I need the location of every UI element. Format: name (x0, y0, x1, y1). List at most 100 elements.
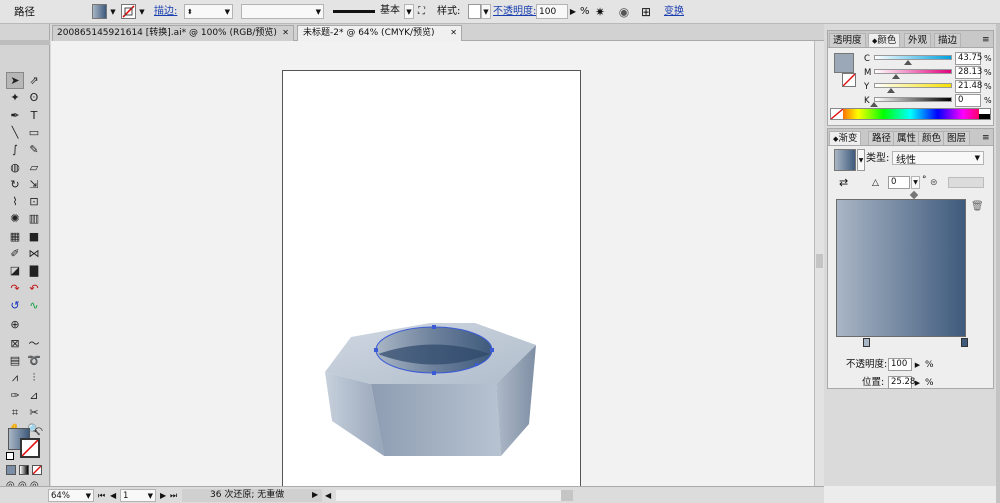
channel-slider-m[interactable] (874, 69, 952, 74)
isolate-icon[interactable]: ◉ (616, 4, 632, 20)
arrange-icon[interactable]: ⛶ (418, 6, 430, 18)
stop-location-field[interactable]: 25.28 (888, 376, 915, 389)
midpoint-diamond-icon[interactable] (909, 190, 919, 200)
pencil-icon[interactable]: ✎ (25, 141, 43, 158)
free-transform-icon[interactable]: ⊡ (25, 193, 43, 210)
zigzag-icon[interactable]: ⩘ (6, 370, 24, 387)
canvas-area[interactable] (51, 41, 814, 486)
panel-menu-icon[interactable]: ≡ (982, 34, 990, 46)
tab-stroke[interactable]: 描边 (934, 33, 962, 47)
toolbox-header[interactable] (0, 40, 50, 45)
default-colors-icon[interactable] (6, 452, 14, 460)
stroke-box[interactable] (20, 438, 40, 458)
close-icon[interactable]: ✕ (450, 26, 457, 40)
channel-slider-k[interactable] (874, 97, 952, 102)
gradient-type-select[interactable]: 线性 ▼ (892, 151, 984, 166)
gradient-tool-icon[interactable]: ■ (25, 228, 43, 245)
graph-icon[interactable]: ▥ (25, 210, 43, 227)
last-page-icon[interactable]: ⏭ (170, 490, 177, 502)
gradient-stop-left[interactable] (863, 338, 870, 347)
tab-appearance[interactable]: 外观 (904, 33, 932, 47)
gradient-thumbnail[interactable] (834, 149, 856, 171)
channel-field-y[interactable]: 21.48 (955, 80, 982, 93)
stroke-label[interactable]: 描边: (154, 6, 177, 18)
pen-icon[interactable]: ✒ (6, 107, 24, 124)
horizontal-scrollbar[interactable] (336, 490, 571, 501)
slider-thumb-icon[interactable] (904, 60, 913, 65)
line-icon[interactable]: ╲ (6, 124, 24, 141)
envelope-icon[interactable]: ⊠ (6, 335, 24, 352)
channel-field-c[interactable]: 43.75 (955, 52, 982, 65)
rotate-icon[interactable]: ↻ (6, 176, 24, 193)
spectrum-none-box[interactable] (830, 108, 844, 120)
eyedropper-icon[interactable]: ✐ (6, 245, 24, 262)
channel-slider-y[interactable] (874, 83, 952, 88)
curve-red-icon[interactable]: ↷ (6, 280, 24, 297)
slider-thumb-icon[interactable] (891, 74, 900, 79)
variable-width-field[interactable]: ▼ (241, 4, 324, 19)
curve-green-icon[interactable]: ∿ (25, 297, 43, 314)
channel-field-m[interactable]: 28.13 (955, 66, 982, 79)
curve-blue-icon[interactable]: ↺ (6, 297, 24, 314)
twirl-icon[interactable]: ➰ (25, 352, 43, 369)
brush-dropdown[interactable]: ▼ (404, 4, 414, 19)
type-icon[interactable]: T (25, 107, 43, 124)
scroll-thumb[interactable] (816, 254, 823, 268)
eyedropper2-icon[interactable]: ✑ (6, 387, 24, 404)
target-icon[interactable]: ⊕ (6, 316, 24, 333)
stop-location-dropdown[interactable]: ▶ (913, 376, 922, 389)
stroke-dropdown[interactable]: ▼ (137, 4, 147, 19)
column-icon[interactable]: ▤ (6, 352, 24, 369)
opacity-label[interactable]: 不透明度: (493, 6, 536, 18)
selection-icon[interactable]: ➤ (6, 72, 24, 89)
none-mode-button[interactable] (32, 465, 42, 475)
tab-attributes[interactable]: 属性 (893, 131, 921, 145)
gradient-thumbnail-dropdown[interactable]: ▼ (857, 149, 865, 171)
pipe-icon[interactable]: ⫶ (25, 370, 43, 387)
prev-page-icon[interactable]: ◀ (110, 490, 116, 502)
page-field[interactable]: 1 ▼ (120, 489, 156, 502)
bar-graph-icon[interactable]: ▇ (25, 262, 43, 279)
slider-thumb-icon[interactable] (886, 88, 895, 93)
paintbrush-icon[interactable]: ∫ (6, 141, 24, 158)
slider-thumb-icon[interactable] (870, 102, 878, 107)
fill-swatch[interactable] (92, 4, 107, 19)
blob-brush-icon[interactable]: ◍ (6, 159, 24, 176)
style-dropdown[interactable]: ▼ (481, 4, 491, 19)
blend-icon[interactable]: ⋈ (25, 245, 43, 262)
channel-field-k[interactable]: 0 (955, 94, 981, 107)
angle-field[interactable]: 0 (888, 176, 910, 189)
close-icon[interactable]: ✕ (282, 26, 289, 40)
gradient-mode-button[interactable] (19, 465, 29, 475)
scale-icon[interactable]: ⇲ (25, 176, 43, 193)
hex-nut-artwork[interactable] (51, 41, 814, 486)
spectrum-black-white[interactable] (979, 109, 990, 119)
measure-icon[interactable]: ⊿ (25, 387, 43, 404)
canvas-vertical-scrollbar[interactable] (814, 41, 824, 486)
current-color-swatch[interactable] (834, 53, 854, 73)
first-page-icon[interactable]: ⏮ (98, 490, 105, 502)
delete-stop-icon[interactable]: 🗑 (971, 201, 984, 213)
symbol-sprayer-icon[interactable]: ✺ (6, 210, 24, 227)
panel-menu-icon[interactable]: ≡ (982, 132, 990, 144)
opacity-field[interactable]: 100 (536, 4, 568, 19)
gradient-slider-preview[interactable] (836, 199, 966, 337)
align-icon[interactable]: ⊞ (638, 4, 654, 20)
stroke-swatch[interactable] (121, 4, 136, 19)
angle-dropdown[interactable]: ▼ (911, 176, 920, 189)
history-status[interactable]: 36 次还原; 无重做 ▶ (182, 489, 322, 502)
doc-tab-2[interactable]: 未标题-2* @ 64% (CMYK/预览) ✕ (297, 25, 462, 41)
mesh-icon[interactable]: ▦ (6, 228, 24, 245)
doc-tab-1[interactable]: 200865145921614 [转换].ai* @ 100% (RGB/预览)… (52, 25, 294, 41)
scroll-left-icon[interactable]: ◀ (325, 490, 331, 502)
live-paint-icon[interactable]: ◪ (6, 262, 24, 279)
stroke-weight-field[interactable]: ⬍ ▼ (184, 4, 233, 19)
horizontal-scroll-thumb[interactable] (561, 490, 573, 501)
stop-opacity-field[interactable]: 100 (888, 358, 912, 371)
swap-icon[interactable]: ⤺ (33, 425, 43, 435)
crop-icon[interactable]: ⌗ (6, 404, 24, 421)
tab-gradient[interactable]: ◆渐变 (829, 131, 862, 145)
wave-icon[interactable]: 〜 (25, 335, 43, 352)
magic-wand-icon[interactable]: ✦ (6, 89, 24, 106)
next-page-icon[interactable]: ▶ (160, 490, 166, 502)
